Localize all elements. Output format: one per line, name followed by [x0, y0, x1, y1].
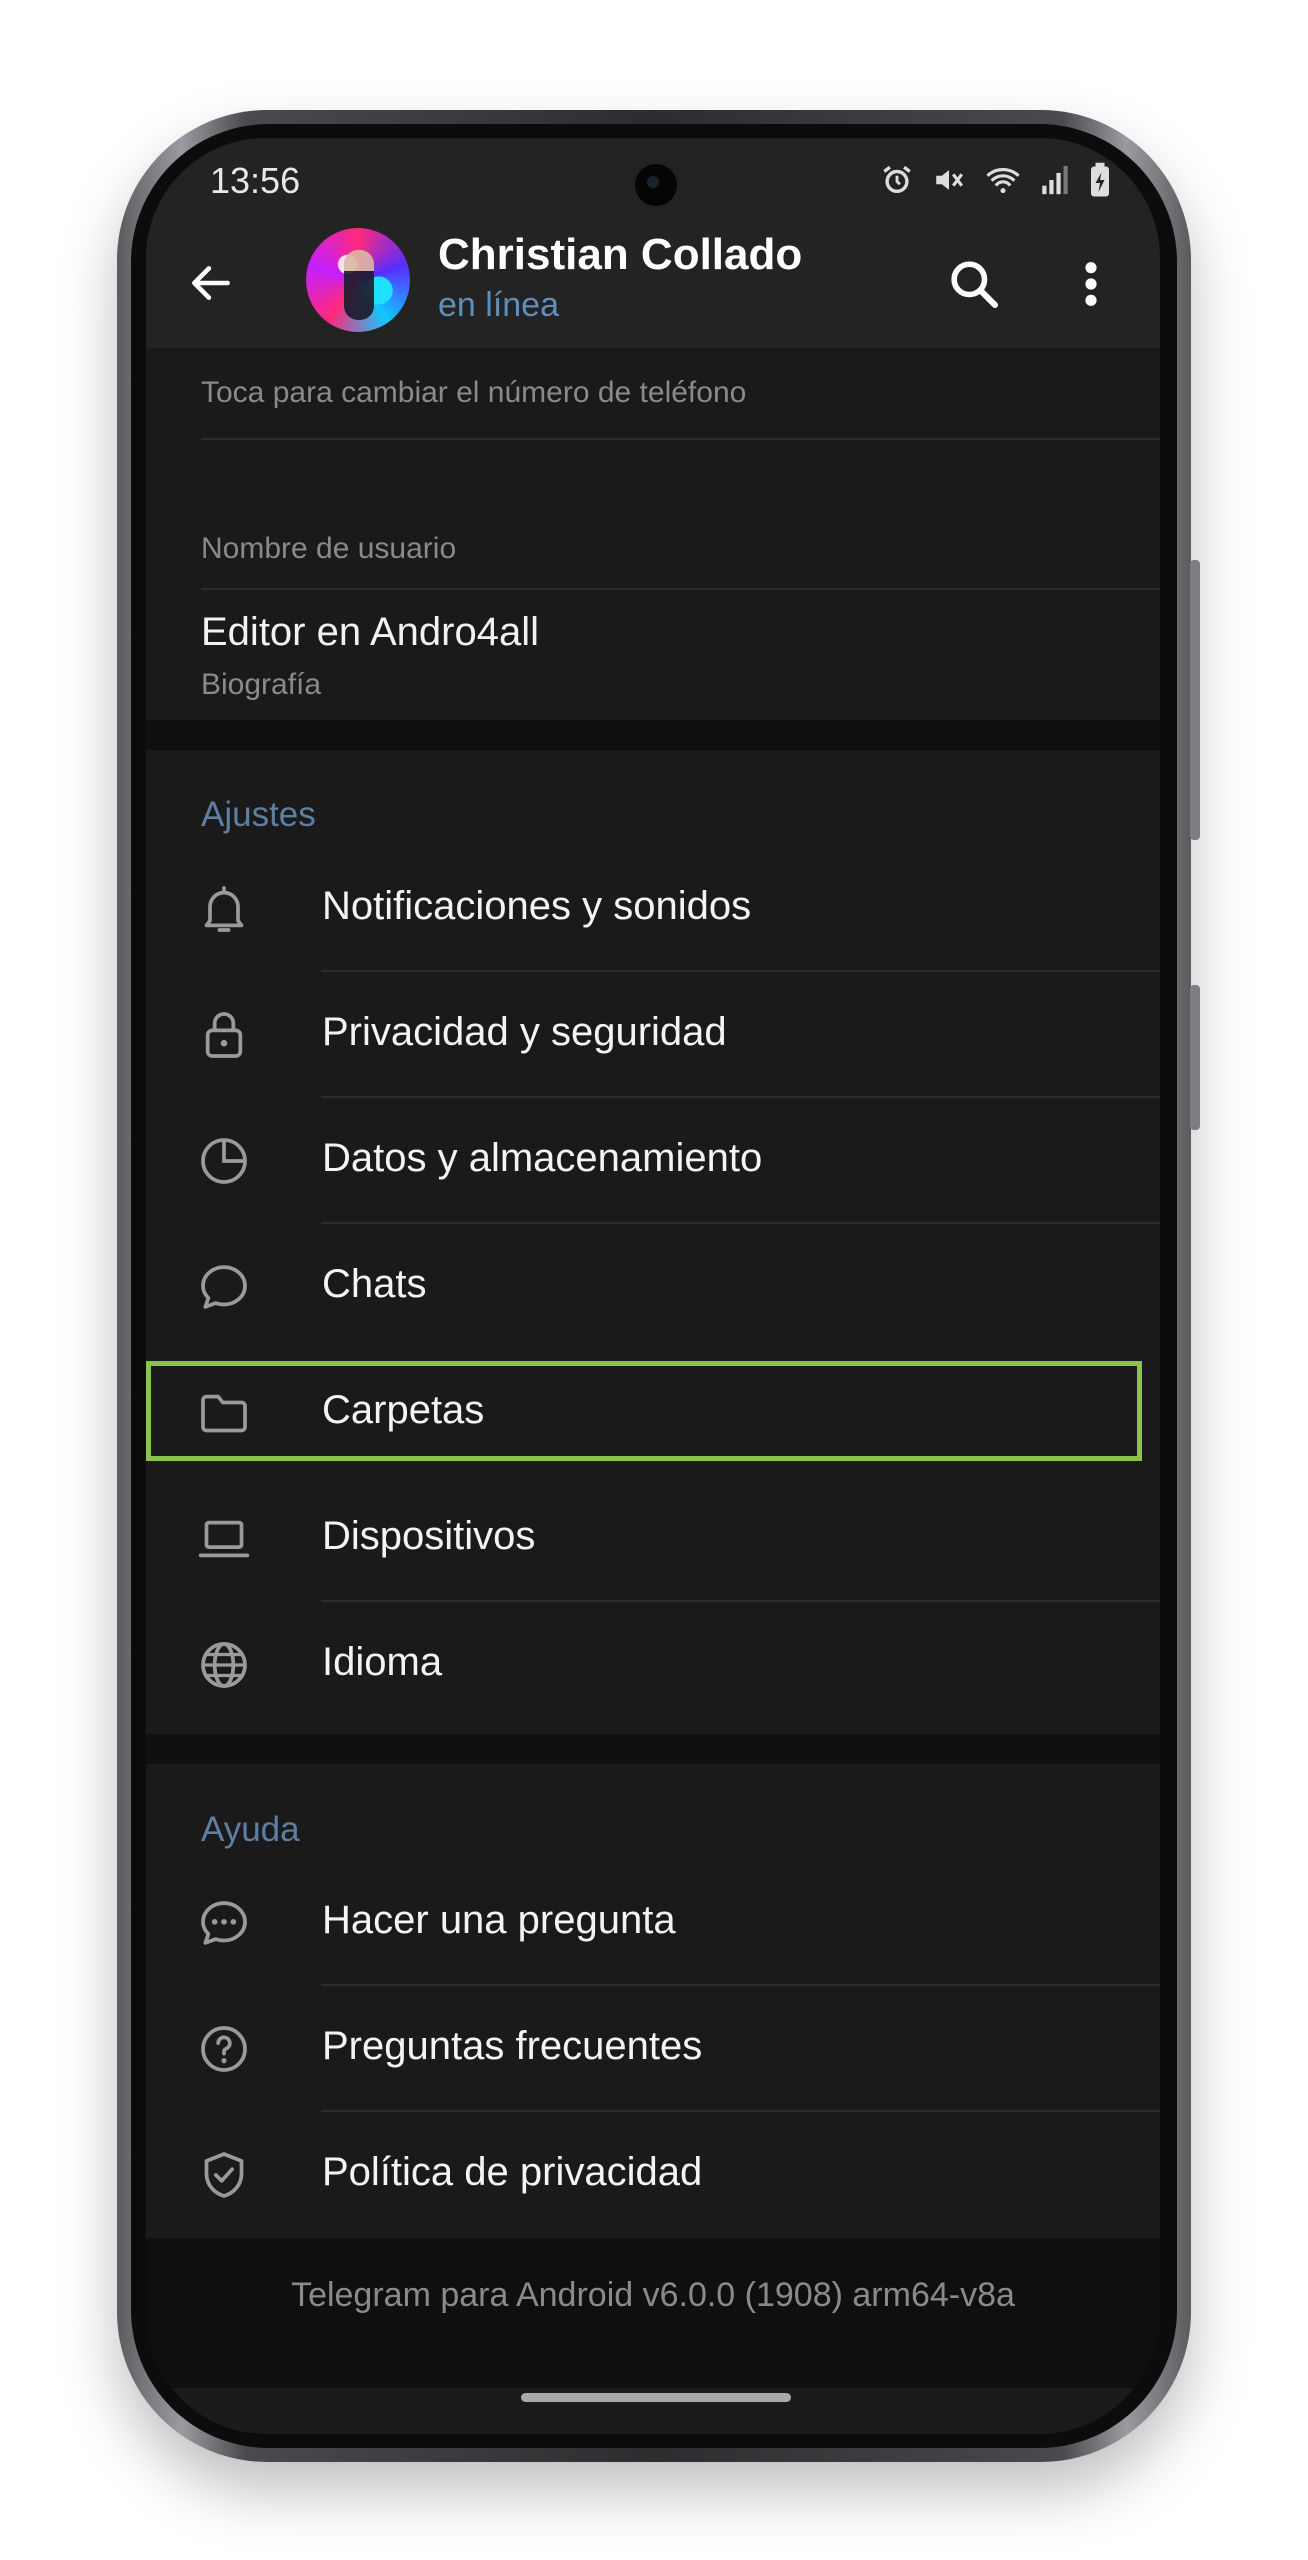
section-title-settings: Ajustes [201, 795, 316, 834]
app-bar: Christian Collado en línea [146, 218, 1160, 348]
settings-item-folders[interactable]: Carpetas [146, 1348, 1160, 1474]
status-time: 13:56 [210, 160, 301, 201]
screen: 13:56 Christian Collado en línea +34 651… [146, 138, 1160, 2434]
front-camera [632, 161, 680, 209]
back-arrow-icon[interactable] [186, 258, 236, 308]
settings-item-devices[interactable]: Dispositivos [146, 1474, 1160, 1600]
search-icon[interactable] [946, 256, 1002, 312]
battery-charging-icon [1091, 162, 1109, 197]
signal-icon [1042, 165, 1068, 195]
volume-button [1190, 560, 1200, 840]
settings-item-data[interactable]: Datos y almacenamiento [146, 1096, 1160, 1222]
footer: Telegram para Android v6.0.0 (1908) arm6… [146, 2238, 1160, 2388]
settings-item-chats[interactable]: Chats [146, 1222, 1160, 1348]
mute-icon [936, 170, 963, 190]
section-gap [146, 1734, 1160, 1764]
pie-chart-icon [201, 1138, 247, 1184]
help-item-label: Preguntas frecuentes [322, 2024, 703, 2068]
settings-item-language[interactable]: Idioma [146, 1600, 1160, 1726]
settings-item-privacy[interactable]: Privacidad y seguridad [146, 970, 1160, 1096]
avatar[interactable] [306, 228, 410, 332]
settings-content: +34 651 912 483 Toca para cambiar el núm… [146, 348, 1160, 2434]
folder-icon [201, 1394, 247, 1433]
wifi-icon [986, 168, 1020, 194]
power-button [1190, 985, 1200, 1130]
status-icons [880, 162, 1112, 198]
bell-icon [204, 886, 244, 932]
version-text: Telegram para Android v6.0.0 (1908) arm6… [291, 2276, 1015, 2314]
phone-number: +34 651 912 483 [201, 348, 532, 357]
settings-item-label: Notificaciones y sonidos [322, 884, 752, 928]
bio-text: Editor en Andro4all [201, 610, 540, 654]
status-bar: 13:56 [146, 138, 1160, 218]
help-item-privacy-policy[interactable]: Política de privacidad [146, 2110, 1160, 2236]
more-vert-icon[interactable] [1076, 256, 1106, 312]
settings-item-label: Dispositivos [322, 1514, 536, 1558]
bio-hint: Biografía [201, 668, 322, 701]
phone-number-row[interactable]: +34 651 912 483 Toca para cambiar el núm… [146, 348, 1160, 438]
phone-hint: Toca para cambiar el número de teléfono [201, 376, 747, 409]
alarm-icon [883, 165, 911, 194]
section-title-help: Ayuda [201, 1810, 300, 1849]
help-item-label: Política de privacidad [322, 2150, 703, 2194]
username-row[interactable]: Nombre de usuario [146, 440, 1160, 588]
settings-item-label: Privacidad y seguridad [322, 1010, 727, 1054]
help-item-faq[interactable]: Preguntas frecuentes [146, 1984, 1160, 2110]
question-circle-icon [201, 2026, 247, 2072]
help-item-ask[interactable]: Hacer una pregunta [146, 1858, 1160, 1984]
laptop-icon [198, 1520, 250, 1558]
help-item-label: Hacer una pregunta [322, 1898, 676, 1942]
chat-dots-icon [201, 1901, 247, 1945]
section-gap [146, 720, 1160, 750]
username-hint: Nombre de usuario [201, 532, 457, 565]
settings-item-label: Carpetas [322, 1388, 485, 1432]
globe-icon [201, 1642, 247, 1688]
lock-icon [205, 1012, 243, 1058]
chat-bubble-icon [201, 1265, 247, 1309]
settings-item-label: Datos y almacenamiento [322, 1136, 763, 1180]
shield-check-icon [204, 2152, 244, 2198]
settings-item-label: Chats [322, 1262, 427, 1306]
settings-item-notifications[interactable]: Notificaciones y sonidos [146, 844, 1160, 970]
home-indicator[interactable] [521, 2393, 791, 2402]
highlight-box [146, 1361, 1142, 1461]
presence-status: en línea [438, 286, 559, 324]
settings-item-label: Idioma [322, 1640, 443, 1684]
profile-name: Christian Collado [438, 230, 803, 279]
bio-row[interactable]: Editor en Andro4all Biografía [146, 590, 1160, 720]
